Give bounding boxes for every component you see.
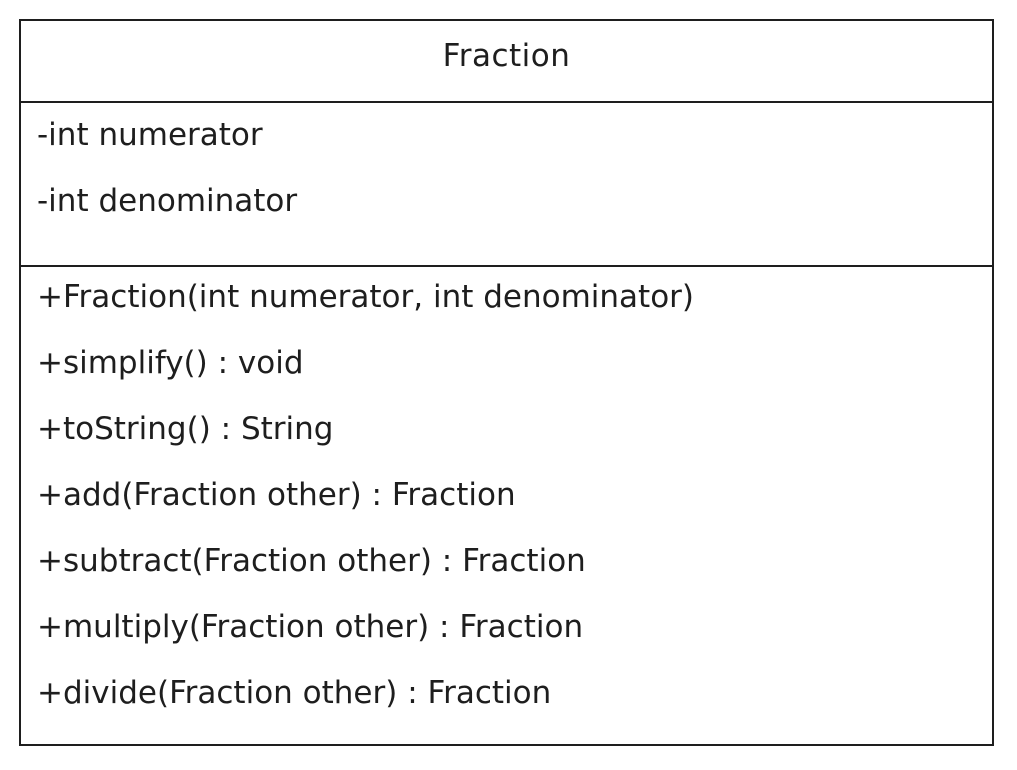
method-divide: +divide(Fraction other) : Fraction bbox=[37, 675, 552, 711]
attribute-denominator: -int denominator bbox=[37, 183, 298, 219]
class-name-section: Fraction bbox=[21, 21, 992, 103]
class-name: Fraction bbox=[442, 38, 571, 74]
attributes-section: -int numerator -int denominator bbox=[37, 119, 297, 251]
method-multiply: +multiply(Fraction other) : Fraction bbox=[37, 609, 584, 645]
name-attributes-divider bbox=[21, 101, 992, 103]
method-subtract: +subtract(Fraction other) : Fraction bbox=[37, 543, 586, 579]
method-constructor: +Fraction(int numerator, int denominator… bbox=[37, 279, 695, 315]
method-simplify: +simplify() : void bbox=[37, 345, 304, 381]
attribute-numerator: -int numerator bbox=[37, 117, 263, 153]
uml-class-box: Fraction -int numerator -int denominator… bbox=[19, 19, 994, 746]
attributes-methods-divider bbox=[21, 265, 992, 267]
methods-section: +Fraction(int numerator, int denominator… bbox=[37, 281, 694, 743]
method-tostring: +toString() : String bbox=[37, 411, 334, 447]
method-add: +add(Fraction other) : Fraction bbox=[37, 477, 516, 513]
